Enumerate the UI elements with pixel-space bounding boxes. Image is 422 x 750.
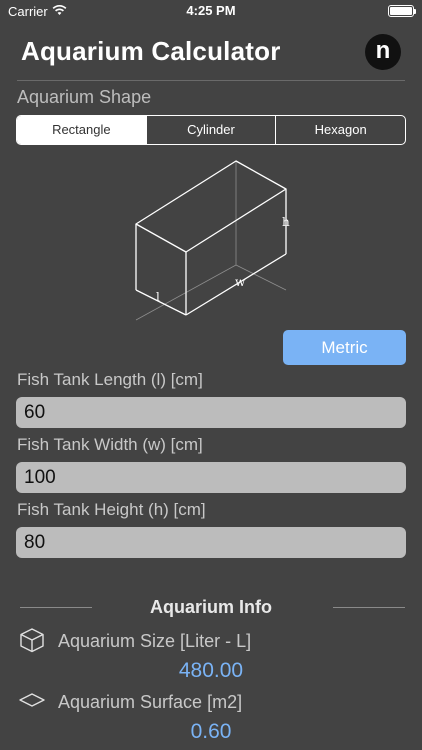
- aquarium-size-label: Aquarium Size [Liter - L]: [58, 631, 252, 651]
- app-logo-button[interactable]: n: [365, 34, 401, 70]
- battery-icon: [388, 5, 416, 17]
- width-field-label: Fish Tank Width (w) [cm]: [17, 435, 203, 454]
- height-dimension-label: h: [282, 215, 290, 229]
- rectangle-tank-diagram: h w l: [135, 160, 290, 321]
- height-field-label: Fish Tank Height (h) [cm]: [17, 500, 206, 519]
- shape-section-label: Aquarium Shape: [17, 87, 152, 107]
- length-dimension-label: l: [156, 290, 160, 304]
- width-dimension-label: w: [235, 275, 246, 289]
- title-divider: [17, 80, 405, 81]
- page-title: Aquarium Calculator: [21, 36, 281, 66]
- cube-icon: [18, 627, 46, 658]
- length-input[interactable]: 60: [16, 397, 406, 428]
- segment-cylinder[interactable]: Cylinder: [147, 116, 277, 144]
- aquarium-surface-label: Aquarium Surface [m2]: [58, 692, 243, 712]
- height-input[interactable]: 80: [16, 527, 406, 558]
- info-divider-right: [333, 607, 405, 608]
- width-input[interactable]: 100: [16, 462, 406, 493]
- segment-rectangle[interactable]: Rectangle: [17, 116, 147, 144]
- segment-hexagon[interactable]: Hexagon: [276, 116, 405, 144]
- aquarium-size-value: 480.00: [178, 659, 244, 682]
- unit-system-button[interactable]: Metric: [283, 330, 406, 365]
- status-bar: Carrier 4:25 PM: [0, 0, 422, 22]
- shape-segmented-control: Rectangle Cylinder Hexagon: [16, 115, 406, 145]
- aquarium-surface-value: 0.60: [190, 720, 232, 743]
- length-field-label: Fish Tank Length (l) [cm]: [17, 370, 203, 389]
- status-time: 4:25 PM: [186, 3, 236, 18]
- surface-icon: [18, 692, 46, 713]
